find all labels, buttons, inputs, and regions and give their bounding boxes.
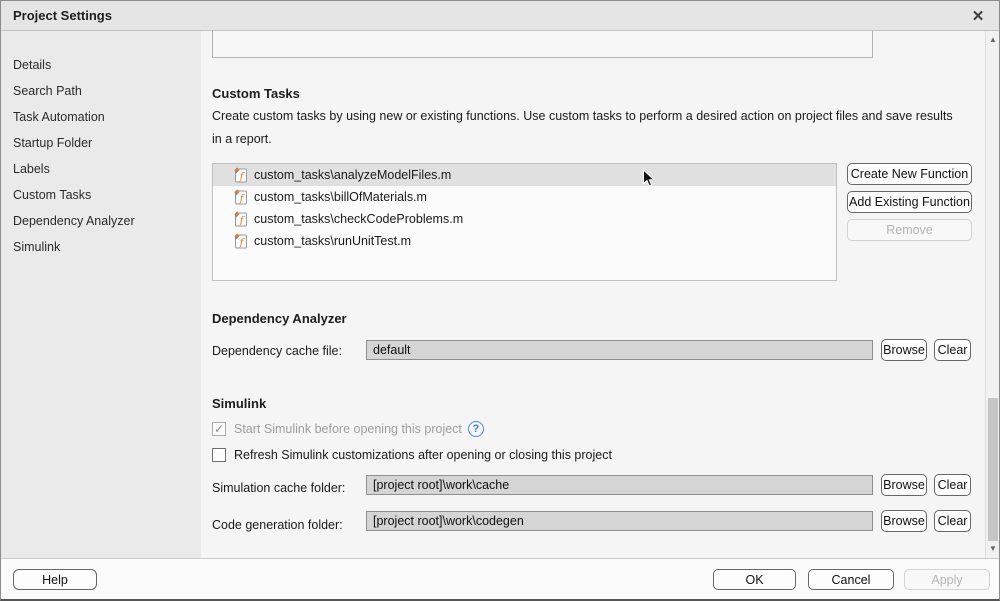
dialog-title: Project Settings [13, 8, 112, 23]
matlab-function-file-icon: f [233, 189, 248, 205]
code-generation-folder-label: Code generation folder: [212, 518, 343, 532]
vertical-scrollbar[interactable]: ▲ ▼ [985, 31, 1000, 558]
list-item[interactable]: f custom_tasks\checkCodeProblems.m [213, 208, 836, 230]
matlab-function-file-icon: f [233, 233, 248, 249]
create-new-function-button[interactable]: Create New Function [847, 163, 972, 185]
custom-tasks-description: Create custom tasks by using new or exis… [212, 105, 960, 151]
scroll-down-icon[interactable]: ▼ [986, 542, 1000, 556]
simulation-cache-folder-label: Simulation cache folder: [212, 481, 345, 495]
custom-tasks-heading: Custom Tasks [212, 86, 300, 101]
scrolled-partial-field[interactable] [212, 31, 873, 58]
cancel-button[interactable]: Cancel [808, 569, 894, 590]
task-file-name: custom_tasks\analyzeModelFiles.m [254, 168, 451, 182]
code-generation-clear-button[interactable]: Clear [934, 510, 971, 532]
settings-content: Custom Tasks Create custom tasks by usin… [201, 31, 985, 558]
scrollbar-thumb[interactable] [988, 398, 998, 541]
sidebar-item-startup-folder[interactable]: Startup Folder [1, 130, 201, 156]
close-icon[interactable]: ✕ [967, 5, 989, 27]
task-file-name: custom_tasks\billOfMaterials.m [254, 190, 427, 204]
check-icon: ✓ [214, 423, 224, 435]
sidebar-item-labels[interactable]: Labels [1, 156, 201, 182]
refresh-customizations-row: Refresh Simulink customizations after op… [212, 448, 612, 462]
sidebar-item-task-automation[interactable]: Task Automation [1, 104, 201, 130]
project-settings-dialog: Project Settings ✕ Details Search Path T… [0, 0, 1000, 601]
list-item[interactable]: f custom_tasks\billOfMaterials.m [213, 186, 836, 208]
remove-button: Remove [847, 219, 972, 241]
code-generation-folder-input[interactable] [366, 511, 873, 531]
matlab-function-file-icon: f [233, 211, 248, 227]
custom-tasks-list: f custom_tasks\analyzeModelFiles.m f cus… [212, 163, 837, 281]
dependency-cache-browse-button[interactable]: Browse [881, 339, 927, 361]
dependency-analyzer-heading: Dependency Analyzer [212, 311, 347, 326]
code-generation-browse-button[interactable]: Browse [881, 510, 927, 532]
dependency-cache-file-input[interactable] [366, 340, 873, 360]
dialog-footer: Help OK Cancel Apply [1, 558, 999, 600]
task-file-name: custom_tasks\runUnitTest.m [254, 234, 411, 248]
simulation-cache-clear-button[interactable]: Clear [934, 474, 971, 496]
dependency-cache-file-label: Dependency cache file: [212, 344, 342, 358]
help-question-icon[interactable]: ? [468, 421, 484, 437]
start-simulink-label: Start Simulink before opening this proje… [234, 422, 462, 436]
title-bar: Project Settings ✕ [1, 1, 999, 31]
matlab-function-file-icon: f [233, 167, 248, 183]
sidebar-item-search-path[interactable]: Search Path [1, 78, 201, 104]
list-item[interactable]: f custom_tasks\analyzeModelFiles.m [213, 164, 836, 186]
scroll-up-icon[interactable]: ▲ [986, 33, 1000, 47]
sidebar-item-simulink[interactable]: Simulink [1, 234, 201, 260]
simulink-heading: Simulink [212, 396, 266, 411]
settings-sidebar: Details Search Path Task Automation Star… [1, 31, 201, 558]
list-item[interactable]: f custom_tasks\runUnitTest.m [213, 230, 836, 252]
task-file-name: custom_tasks\checkCodeProblems.m [254, 212, 463, 226]
refresh-customizations-checkbox[interactable] [212, 448, 226, 462]
sidebar-item-details[interactable]: Details [1, 52, 201, 78]
help-button[interactable]: Help [13, 569, 97, 590]
simulation-cache-folder-input[interactable] [366, 475, 873, 495]
refresh-customizations-label: Refresh Simulink customizations after op… [234, 448, 612, 462]
dependency-cache-clear-button[interactable]: Clear [934, 339, 971, 361]
sidebar-item-custom-tasks[interactable]: Custom Tasks [1, 182, 201, 208]
sidebar-item-dependency-analyzer[interactable]: Dependency Analyzer [1, 208, 201, 234]
start-simulink-checkbox: ✓ [212, 422, 226, 436]
ok-button[interactable]: OK [713, 569, 796, 590]
apply-button: Apply [904, 569, 990, 590]
add-existing-function-button[interactable]: Add Existing Function [847, 191, 972, 213]
simulation-cache-browse-button[interactable]: Browse [881, 474, 927, 496]
start-simulink-row: ✓ Start Simulink before opening this pro… [212, 421, 484, 437]
